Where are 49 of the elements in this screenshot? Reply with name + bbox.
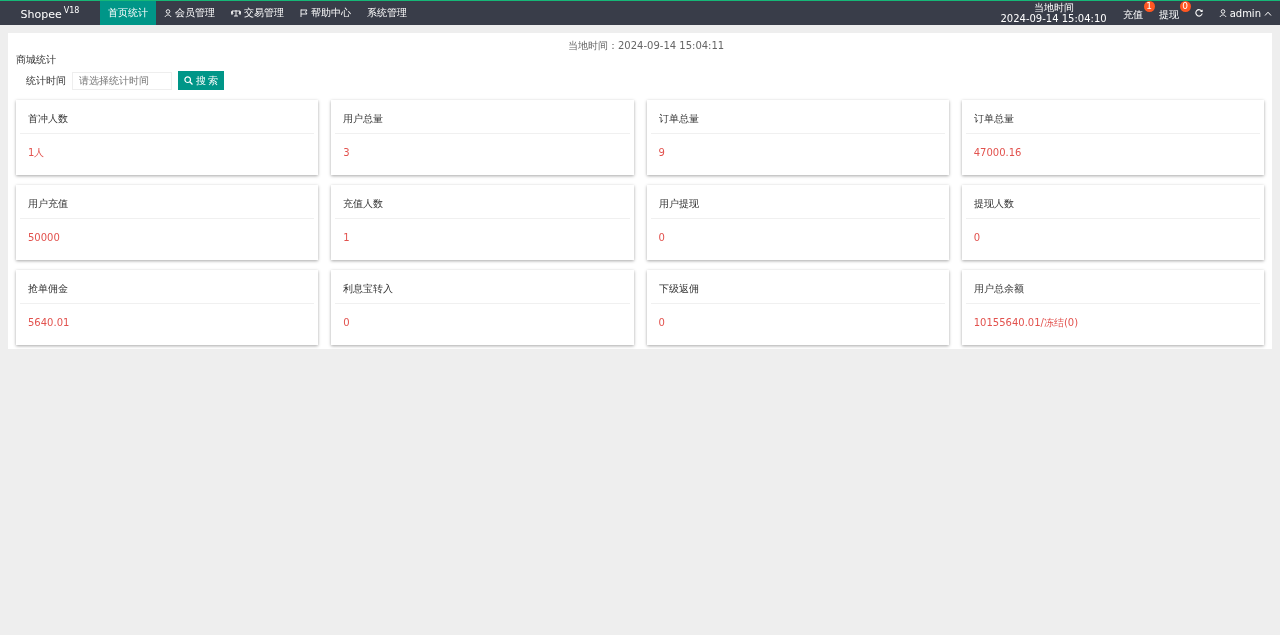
count-badge: 1: [1143, 1, 1155, 12]
card-title: 提现人数: [965, 185, 1260, 219]
logo-version: V18: [63, 5, 80, 15]
scale-icon: [231, 9, 241, 17]
local-time-value: 2024-09-14 15:04:11: [618, 40, 725, 51]
card-value: 1: [342, 231, 351, 245]
card-title: 订单总量: [650, 100, 945, 134]
time-label: 当地时间: [1033, 2, 1074, 13]
nav-tab[interactable]: 首页统计: [100, 1, 156, 25]
card-title: 抢单佣金: [20, 270, 315, 304]
search-icon: [183, 76, 193, 85]
card-value: 5640.01: [27, 316, 71, 330]
card-value: 10155640.01/冻结(0): [972, 316, 1080, 330]
card-value: 0: [657, 231, 666, 245]
card-title: 用户提现: [650, 185, 945, 219]
time-value: 2024-09-14 15:04:10: [1000, 13, 1107, 24]
card-value: 3: [342, 146, 351, 160]
card-value: 0: [972, 231, 982, 245]
flag-icon: [300, 9, 308, 17]
caret-icon: [1264, 10, 1272, 16]
user-icon: [164, 9, 172, 17]
filter-label: 统计时间: [25, 73, 66, 88]
card-title: 首冲人数: [20, 100, 315, 134]
card-title: 用户总量: [335, 100, 630, 134]
card-title: 用户总余额: [965, 270, 1260, 304]
nav-tab[interactable]: 帮助中心: [292, 1, 359, 25]
search-button[interactable]: 搜 索: [178, 71, 224, 90]
nav-tab[interactable]: 系统管理: [359, 1, 415, 25]
card-value: 9: [657, 146, 666, 160]
card-value: 50000: [27, 231, 61, 245]
user-icon: [1218, 9, 1227, 17]
card-value: 0: [342, 316, 351, 330]
nav-tab[interactable]: 交易管理: [223, 1, 292, 25]
nav-tab[interactable]: 会员管理: [156, 1, 223, 25]
local-time-label: 当地时间：: [568, 40, 618, 51]
logo: Shopee $^{V18}$: [19, 5, 81, 21]
card-value: 1人: [27, 146, 46, 160]
refresh-icon[interactable]: [1194, 9, 1203, 17]
user-menu[interactable]: admin: [1218, 7, 1272, 19]
card-title: 充值人数: [335, 185, 630, 219]
section-title: 商城统计: [16, 53, 57, 67]
card-value: 47000.16: [972, 146, 1023, 160]
card-title: 订单总量: [965, 100, 1260, 134]
card-title: 利息宝转入: [335, 270, 630, 304]
date-input-field[interactable]: 请选择统计时间: [72, 71, 172, 90]
count-badge: 0: [1179, 1, 1191, 12]
card-title: 下级返佣: [650, 270, 945, 304]
card-value: 0: [657, 316, 666, 330]
card-title: 用户充值: [20, 185, 315, 219]
